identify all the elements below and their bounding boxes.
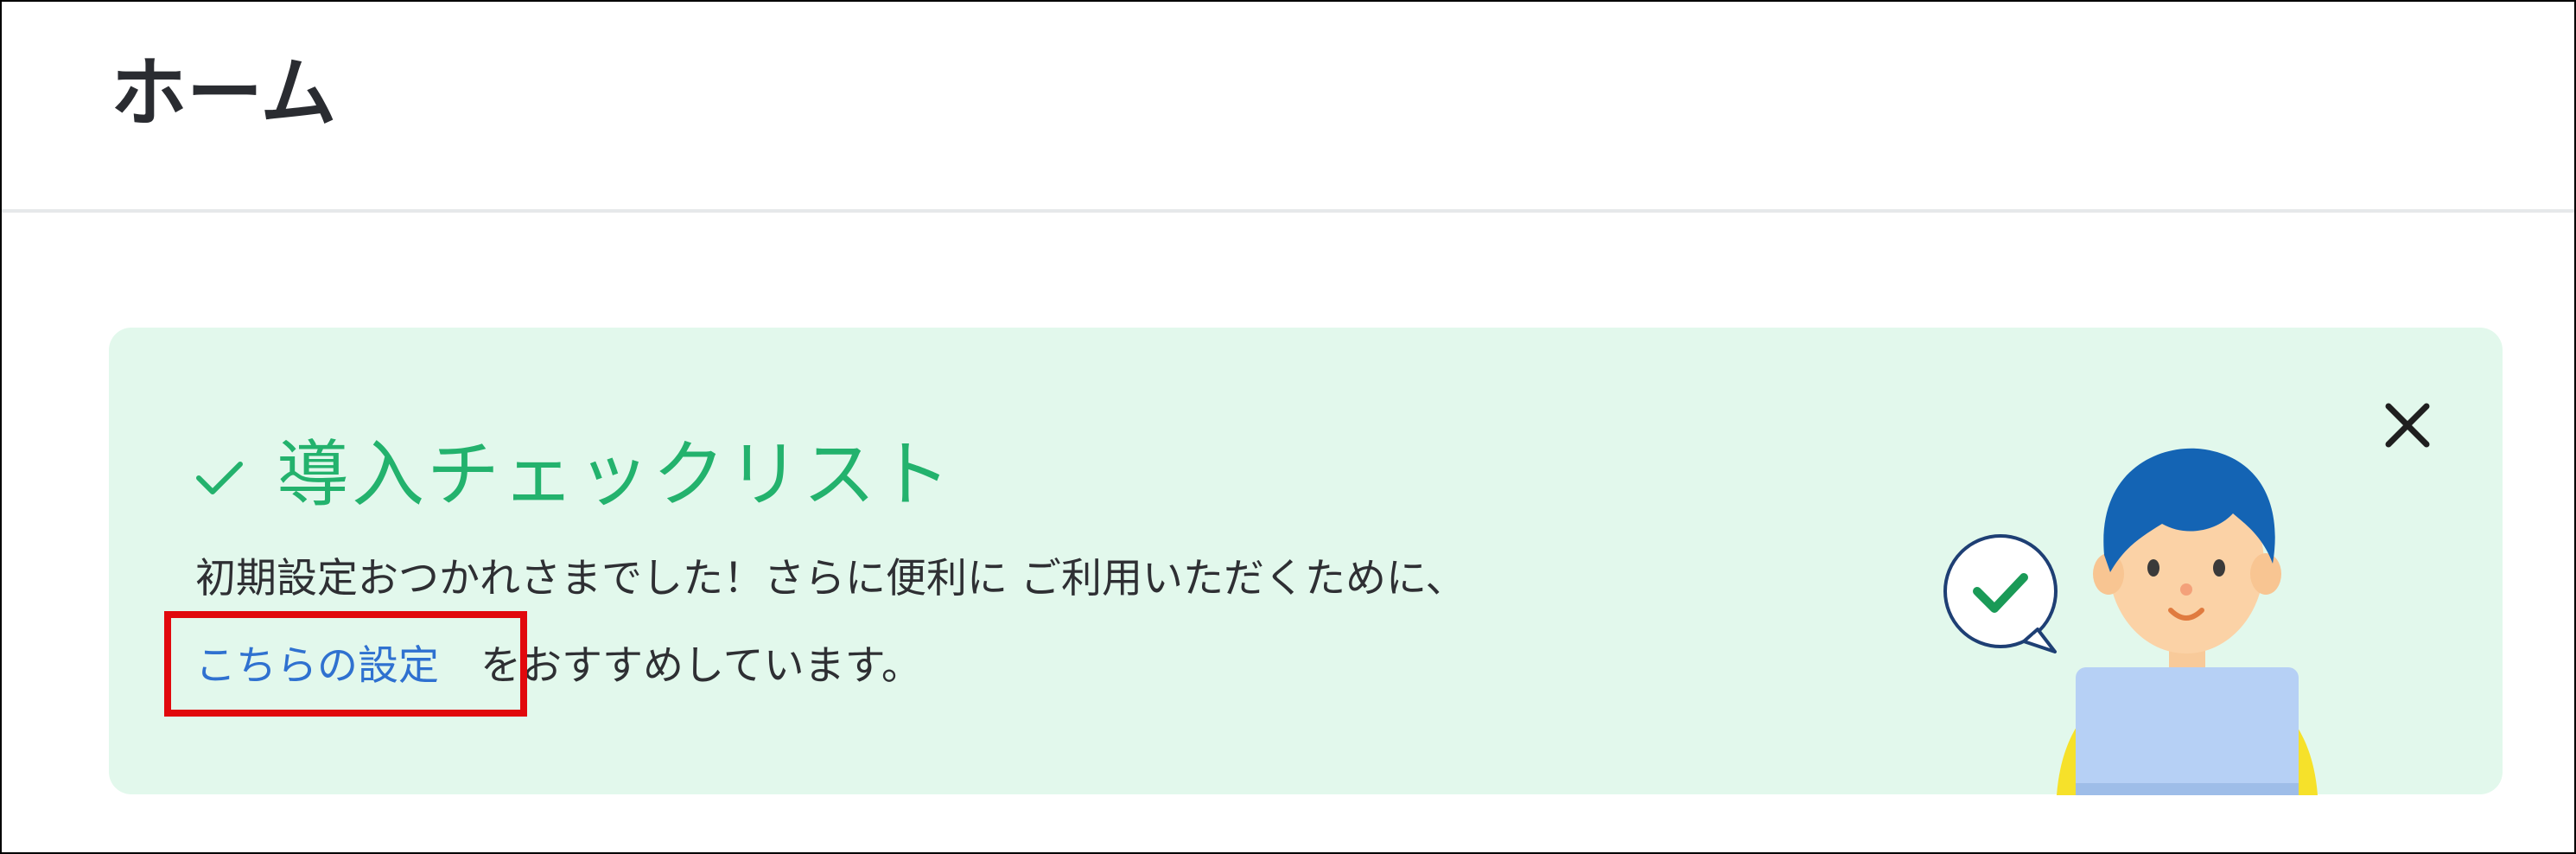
checklist-description: 初期設定おつかれさまでした！さらに便利に ご利用いただくために、	[195, 555, 1466, 602]
description-suffix: をおすすめしています。	[480, 642, 922, 690]
user-with-laptop-illustration	[1943, 448, 2318, 795]
highlight-annotation-box	[164, 611, 527, 717]
check-icon	[196, 462, 243, 494]
page-title: ホーム	[111, 48, 337, 137]
page-header: ホーム	[2, 2, 2574, 213]
checklist-title: 導入チェックリスト	[277, 432, 954, 517]
close-icon	[2385, 403, 2430, 448]
check-speech-bubble-icon	[1943, 534, 2058, 653]
close-button[interactable]	[2373, 391, 2442, 460]
app-window: ホーム 導入チェックリスト 初期設定おつかれさまでした！さらに便利に ご利用いた…	[0, 0, 2576, 854]
